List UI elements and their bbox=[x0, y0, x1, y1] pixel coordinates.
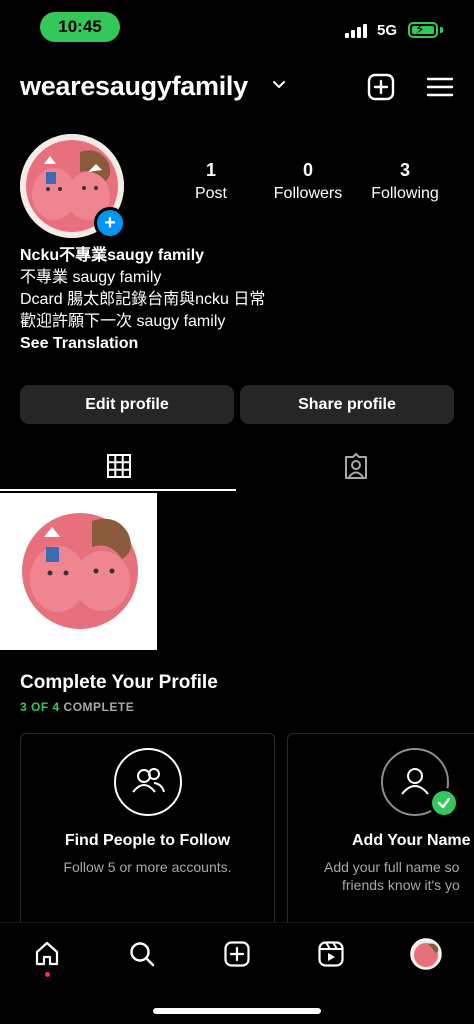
add-name-card[interactable]: Add Your Name Add your full name so frie… bbox=[287, 733, 474, 933]
stat-value: 1 bbox=[205, 160, 216, 180]
complete-profile-title: Complete Your Profile bbox=[20, 672, 218, 693]
profile-avatar-nav[interactable] bbox=[409, 937, 443, 971]
stat-label: Followers bbox=[273, 185, 343, 202]
bio-line: Dcard 腸太郎記錄台南與ncku 日常 bbox=[20, 291, 266, 308]
stat-value: 3 bbox=[399, 160, 410, 180]
complete-profile-progress: 3 OF 4 COMPLETE bbox=[20, 700, 134, 714]
card-description-line: Add your full name so bbox=[324, 859, 460, 875]
active-tab-indicator bbox=[0, 489, 236, 491]
home-indicator bbox=[153, 1008, 321, 1014]
stat-following[interactable]: 3 Following bbox=[355, 160, 455, 203]
notification-dot bbox=[45, 972, 50, 977]
see-translation-link[interactable]: See Translation bbox=[20, 333, 265, 355]
stat-value: 0 bbox=[302, 160, 313, 180]
home-icon[interactable] bbox=[30, 937, 64, 971]
stat-label: Post bbox=[194, 185, 227, 202]
edit-profile-button[interactable]: Edit profile bbox=[20, 385, 234, 424]
bio-line: 不專業 saugy family bbox=[20, 269, 162, 286]
post-image bbox=[0, 493, 157, 650]
stat-label: Following bbox=[371, 185, 439, 202]
reels-icon[interactable] bbox=[314, 937, 348, 971]
chevron-down-icon[interactable] bbox=[272, 80, 286, 90]
create-icon[interactable] bbox=[220, 937, 254, 971]
battery-tip bbox=[440, 27, 443, 33]
progress-count: 3 OF 4 bbox=[20, 700, 60, 714]
post-thumbnail[interactable] bbox=[0, 493, 157, 650]
profile-username[interactable]: wearesaugyfamily bbox=[20, 71, 248, 102]
people-icon bbox=[132, 768, 165, 793]
card-title: Find People to Follow bbox=[64, 832, 231, 849]
status-time: 10:45 bbox=[40, 12, 120, 42]
plus-icon: + bbox=[104, 212, 116, 234]
profile-bio: Ncku不專業saugy family 不專業 saugy family Dca… bbox=[20, 245, 265, 355]
card-description-line: friends know it's yo bbox=[342, 877, 460, 893]
bio-line: 歡迎許願下一次 saugy family bbox=[20, 313, 226, 330]
find-people-card[interactable]: Find People to Follow Follow 5 or more a… bbox=[20, 733, 275, 933]
battery-icon: ⚡ bbox=[408, 21, 438, 38]
signal-icon bbox=[345, 24, 367, 38]
people-icon-circle bbox=[114, 748, 182, 816]
card-description: Add your full name so friends know it's … bbox=[324, 858, 460, 894]
tagged-person-icon[interactable] bbox=[342, 452, 370, 480]
check-icon bbox=[437, 797, 451, 809]
display-name: Ncku不專業saugy family bbox=[20, 247, 205, 264]
check-badge bbox=[429, 788, 459, 818]
progress-suffix: COMPLETE bbox=[63, 700, 135, 714]
grid-icon[interactable] bbox=[106, 453, 132, 479]
add-story-button[interactable]: + bbox=[94, 207, 126, 239]
share-profile-button[interactable]: Share profile bbox=[240, 385, 454, 424]
stat-followers[interactable]: 0 Followers bbox=[258, 160, 358, 203]
create-plus-icon[interactable] bbox=[366, 72, 396, 102]
card-title: Add Your Name bbox=[352, 832, 471, 849]
network-label: 5G bbox=[377, 22, 398, 39]
search-icon[interactable] bbox=[125, 937, 159, 971]
card-description: Follow 5 or more accounts. bbox=[63, 859, 232, 875]
stat-posts[interactable]: 1 Post bbox=[161, 160, 261, 203]
menu-icon[interactable] bbox=[425, 72, 455, 102]
